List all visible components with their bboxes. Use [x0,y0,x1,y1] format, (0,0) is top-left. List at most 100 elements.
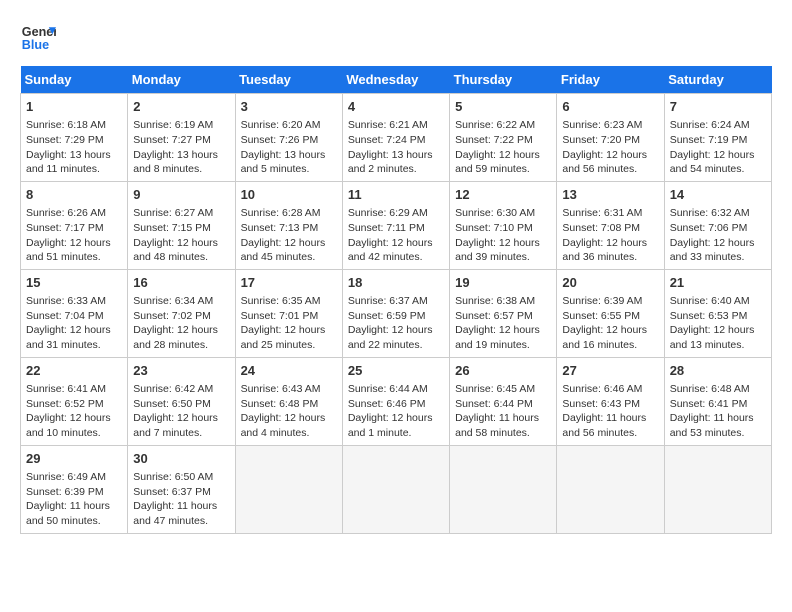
daylight: Daylight: 12 hours and 28 minutes. [133,324,218,351]
page-header: General Blue [20,20,772,56]
weekday-header-saturday: Saturday [664,66,771,94]
day-number: 26 [455,362,551,380]
sunset: Sunset: 7:02 PM [133,310,211,322]
weekday-header-friday: Friday [557,66,664,94]
calendar-table: SundayMondayTuesdayWednesdayThursdayFrid… [20,66,772,534]
calendar-cell: 5Sunrise: 6:22 AMSunset: 7:22 PMDaylight… [450,94,557,182]
sunset: Sunset: 7:22 PM [455,134,533,146]
calendar-cell: 21Sunrise: 6:40 AMSunset: 6:53 PMDayligh… [664,269,771,357]
sunrise: Sunrise: 6:21 AM [348,119,428,131]
svg-text:Blue: Blue [22,38,49,52]
calendar-cell: 7Sunrise: 6:24 AMSunset: 7:19 PMDaylight… [664,94,771,182]
calendar-cell: 25Sunrise: 6:44 AMSunset: 6:46 PMDayligh… [342,357,449,445]
sunset: Sunset: 6:41 PM [670,398,748,410]
day-number: 21 [670,274,766,292]
calendar-cell: 23Sunrise: 6:42 AMSunset: 6:50 PMDayligh… [128,357,235,445]
daylight: Daylight: 11 hours and 50 minutes. [26,500,110,527]
calendar-cell: 12Sunrise: 6:30 AMSunset: 7:10 PMDayligh… [450,181,557,269]
sunset: Sunset: 6:39 PM [26,486,104,498]
calendar-cell: 1Sunrise: 6:18 AMSunset: 7:29 PMDaylight… [21,94,128,182]
calendar-week-4: 22Sunrise: 6:41 AMSunset: 6:52 PMDayligh… [21,357,772,445]
sunrise: Sunrise: 6:45 AM [455,383,535,395]
calendar-cell: 20Sunrise: 6:39 AMSunset: 6:55 PMDayligh… [557,269,664,357]
daylight: Daylight: 13 hours and 8 minutes. [133,149,218,176]
sunset: Sunset: 6:57 PM [455,310,533,322]
daylight: Daylight: 12 hours and 33 minutes. [670,237,755,264]
weekday-header-wednesday: Wednesday [342,66,449,94]
daylight: Daylight: 12 hours and 42 minutes. [348,237,433,264]
calendar-cell: 11Sunrise: 6:29 AMSunset: 7:11 PMDayligh… [342,181,449,269]
daylight: Daylight: 13 hours and 5 minutes. [241,149,326,176]
day-number: 7 [670,98,766,116]
sunset: Sunset: 6:46 PM [348,398,426,410]
sunset: Sunset: 6:48 PM [241,398,319,410]
sunrise: Sunrise: 6:46 AM [562,383,642,395]
sunrise: Sunrise: 6:28 AM [241,207,321,219]
day-number: 27 [562,362,658,380]
sunset: Sunset: 7:08 PM [562,222,640,234]
sunset: Sunset: 7:20 PM [562,134,640,146]
sunset: Sunset: 6:37 PM [133,486,211,498]
calendar-week-3: 15Sunrise: 6:33 AMSunset: 7:04 PMDayligh… [21,269,772,357]
day-number: 9 [133,186,229,204]
sunset: Sunset: 7:27 PM [133,134,211,146]
sunrise: Sunrise: 6:32 AM [670,207,750,219]
logo-icon: General Blue [20,20,56,56]
calendar-week-1: 1Sunrise: 6:18 AMSunset: 7:29 PMDaylight… [21,94,772,182]
sunset: Sunset: 6:50 PM [133,398,211,410]
sunset: Sunset: 7:19 PM [670,134,748,146]
calendar-cell: 29 Sunrise: 6:49 AM Sunset: 6:39 PM Dayligh… [21,445,128,533]
daylight: Daylight: 12 hours and 31 minutes. [26,324,111,351]
sunrise: Sunrise: 6:49 AM [26,471,106,483]
daylight: Daylight: 11 hours and 56 minutes. [562,412,646,439]
day-number: 16 [133,274,229,292]
calendar-cell: 4Sunrise: 6:21 AMSunset: 7:24 PMDaylight… [342,94,449,182]
calendar-cell: 28Sunrise: 6:48 AMSunset: 6:41 PMDayligh… [664,357,771,445]
sunset: Sunset: 7:29 PM [26,134,104,146]
sunrise: Sunrise: 6:40 AM [670,295,750,307]
day-number: 4 [348,98,444,116]
sunrise: Sunrise: 6:43 AM [241,383,321,395]
day-number: 8 [26,186,122,204]
calendar-week-2: 8 Sunrise: 6:26 AM Sunset: 7:17 PM Daylight… [21,181,772,269]
sunrise: Sunrise: 6:26 AM [26,207,106,219]
sunrise: Sunrise: 6:19 AM [133,119,213,131]
calendar-cell: 17Sunrise: 6:35 AMSunset: 7:01 PMDayligh… [235,269,342,357]
day-number: 6 [562,98,658,116]
weekday-header-tuesday: Tuesday [235,66,342,94]
day-number: 30 [133,450,229,468]
daylight: Daylight: 12 hours and 7 minutes. [133,412,218,439]
sunrise: Sunrise: 6:35 AM [241,295,321,307]
daylight: Daylight: 12 hours and 39 minutes. [455,237,540,264]
calendar-cell: 19Sunrise: 6:38 AMSunset: 6:57 PMDayligh… [450,269,557,357]
day-number: 18 [348,274,444,292]
day-number: 15 [26,274,122,292]
calendar-cell: 2Sunrise: 6:19 AMSunset: 7:27 PMDaylight… [128,94,235,182]
sunset: Sunset: 7:17 PM [26,222,104,234]
sunrise: Sunrise: 6:30 AM [455,207,535,219]
calendar-cell: 6Sunrise: 6:23 AMSunset: 7:20 PMDaylight… [557,94,664,182]
sunrise: Sunrise: 6:50 AM [133,471,213,483]
day-number: 3 [241,98,337,116]
daylight: Daylight: 12 hours and 56 minutes. [562,149,647,176]
sunrise: Sunrise: 6:48 AM [670,383,750,395]
sunrise: Sunrise: 6:44 AM [348,383,428,395]
sunrise: Sunrise: 6:29 AM [348,207,428,219]
sunset: Sunset: 6:53 PM [670,310,748,322]
day-number: 23 [133,362,229,380]
day-number: 12 [455,186,551,204]
day-number: 14 [670,186,766,204]
sunrise: Sunrise: 6:31 AM [562,207,642,219]
daylight: Daylight: 12 hours and 4 minutes. [241,412,326,439]
daylight: Daylight: 12 hours and 48 minutes. [133,237,218,264]
calendar-cell: 18Sunrise: 6:37 AMSunset: 6:59 PMDayligh… [342,269,449,357]
calendar-cell: 30Sunrise: 6:50 AMSunset: 6:37 PMDayligh… [128,445,235,533]
sunset: Sunset: 6:43 PM [562,398,640,410]
daylight: Daylight: 12 hours and 51 minutes. [26,237,111,264]
calendar-cell: 10Sunrise: 6:28 AMSunset: 7:13 PMDayligh… [235,181,342,269]
sunrise: Sunrise: 6:20 AM [241,119,321,131]
day-number: 22 [26,362,122,380]
day-number: 29 [26,450,122,468]
day-number: 13 [562,186,658,204]
daylight: Daylight: 12 hours and 25 minutes. [241,324,326,351]
